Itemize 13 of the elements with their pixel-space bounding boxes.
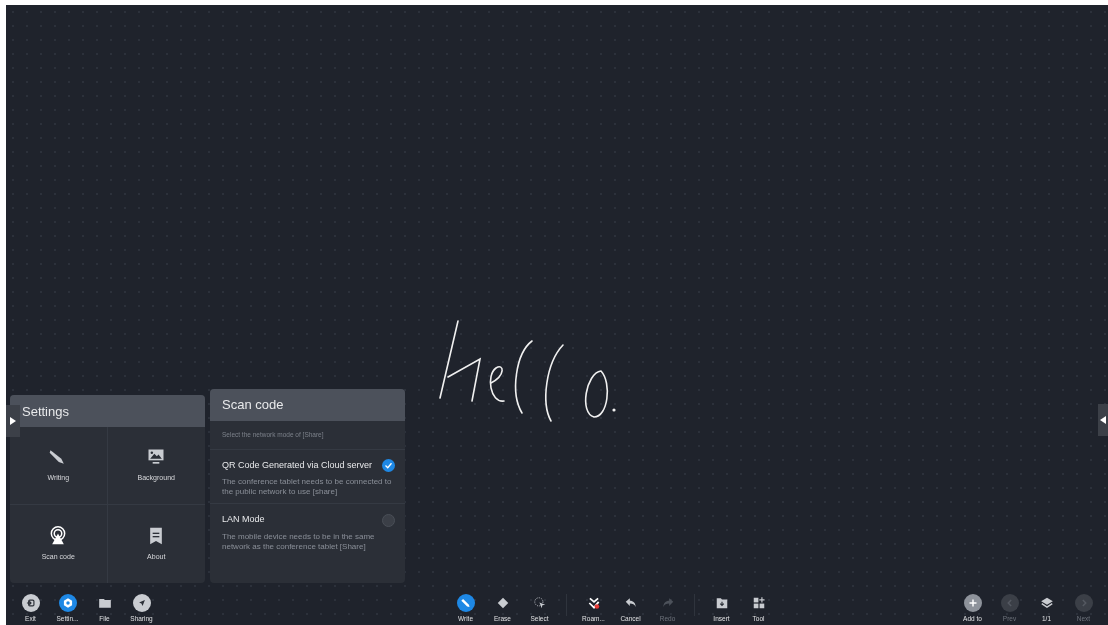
check-icon: [384, 461, 393, 470]
radio-button[interactable]: [382, 513, 395, 527]
side-tab[interactable]: [1098, 404, 1108, 436]
option-description: The conference tablet needs to be connected to the public network to use [share]: [222, 477, 393, 497]
option-title: QR Code Generated via Cloud server: [222, 458, 373, 472]
option-description: The mobile device needs to be in the same network as the conference tablet [Share]: [222, 531, 376, 552]
triangle-right-icon: [10, 417, 16, 425]
panel-title: Scan code: [210, 389, 405, 421]
radio-button[interactable]: [382, 459, 395, 472]
side-tab[interactable]: [6, 405, 20, 437]
option-title: LAN Mode: [222, 513, 265, 527]
panel-title: Settings: [10, 395, 205, 427]
triangle-left-icon: [1100, 416, 1106, 424]
